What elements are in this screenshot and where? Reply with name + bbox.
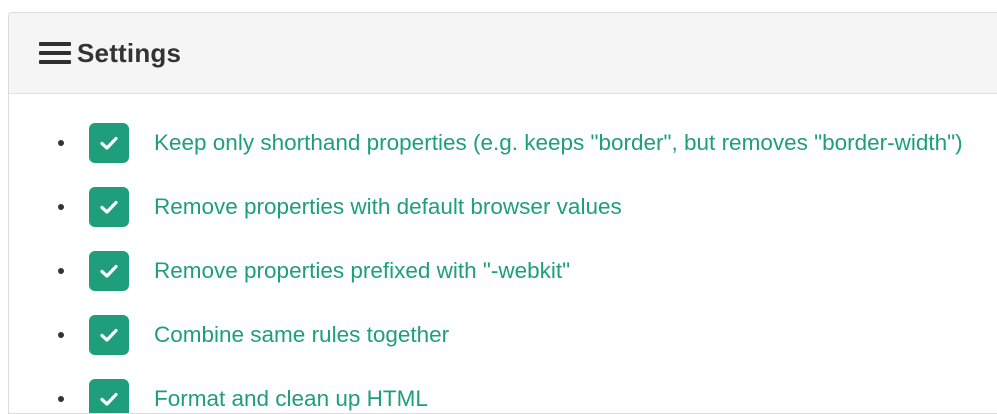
setting-item: Keep only shorthand properties (e.g. kee…	[9, 111, 997, 175]
checkmark-icon	[100, 200, 118, 214]
setting-checkbox-shorthand[interactable]	[89, 123, 129, 163]
bullet-icon	[58, 332, 64, 338]
bullet-icon	[58, 204, 64, 210]
bullet-icon	[58, 396, 64, 402]
setting-label[interactable]: Remove properties with default browser v…	[154, 194, 622, 220]
setting-label[interactable]: Keep only shorthand properties (e.g. kee…	[154, 130, 963, 156]
setting-item: Remove properties with default browser v…	[9, 175, 997, 239]
setting-label[interactable]: Format and clean up HTML	[154, 386, 428, 412]
setting-label[interactable]: Combine same rules together	[154, 322, 449, 348]
setting-label[interactable]: Remove properties prefixed with "-webkit…	[154, 258, 570, 284]
bullet-icon	[58, 140, 64, 146]
setting-checkbox-combine-rules[interactable]	[89, 315, 129, 355]
setting-checkbox-default-values[interactable]	[89, 187, 129, 227]
setting-item: Format and clean up HTML	[9, 367, 997, 413]
settings-list: Keep only shorthand properties (e.g. kee…	[9, 111, 997, 413]
checkmark-icon	[100, 328, 118, 342]
setting-checkbox-webkit-prefix[interactable]	[89, 251, 129, 291]
setting-item: Combine same rules together	[9, 303, 997, 367]
checkmark-icon	[100, 264, 118, 278]
checkmark-icon	[100, 392, 118, 406]
setting-checkbox-format-html[interactable]	[89, 379, 129, 413]
panel-header: Settings	[9, 13, 997, 94]
menu-icon	[39, 42, 71, 64]
settings-panel: Settings Keep only shorthand properties …	[8, 12, 997, 414]
bullet-icon	[58, 268, 64, 274]
setting-item: Remove properties prefixed with "-webkit…	[9, 239, 997, 303]
checkmark-icon	[100, 136, 118, 150]
panel-title: Settings	[77, 37, 182, 68]
